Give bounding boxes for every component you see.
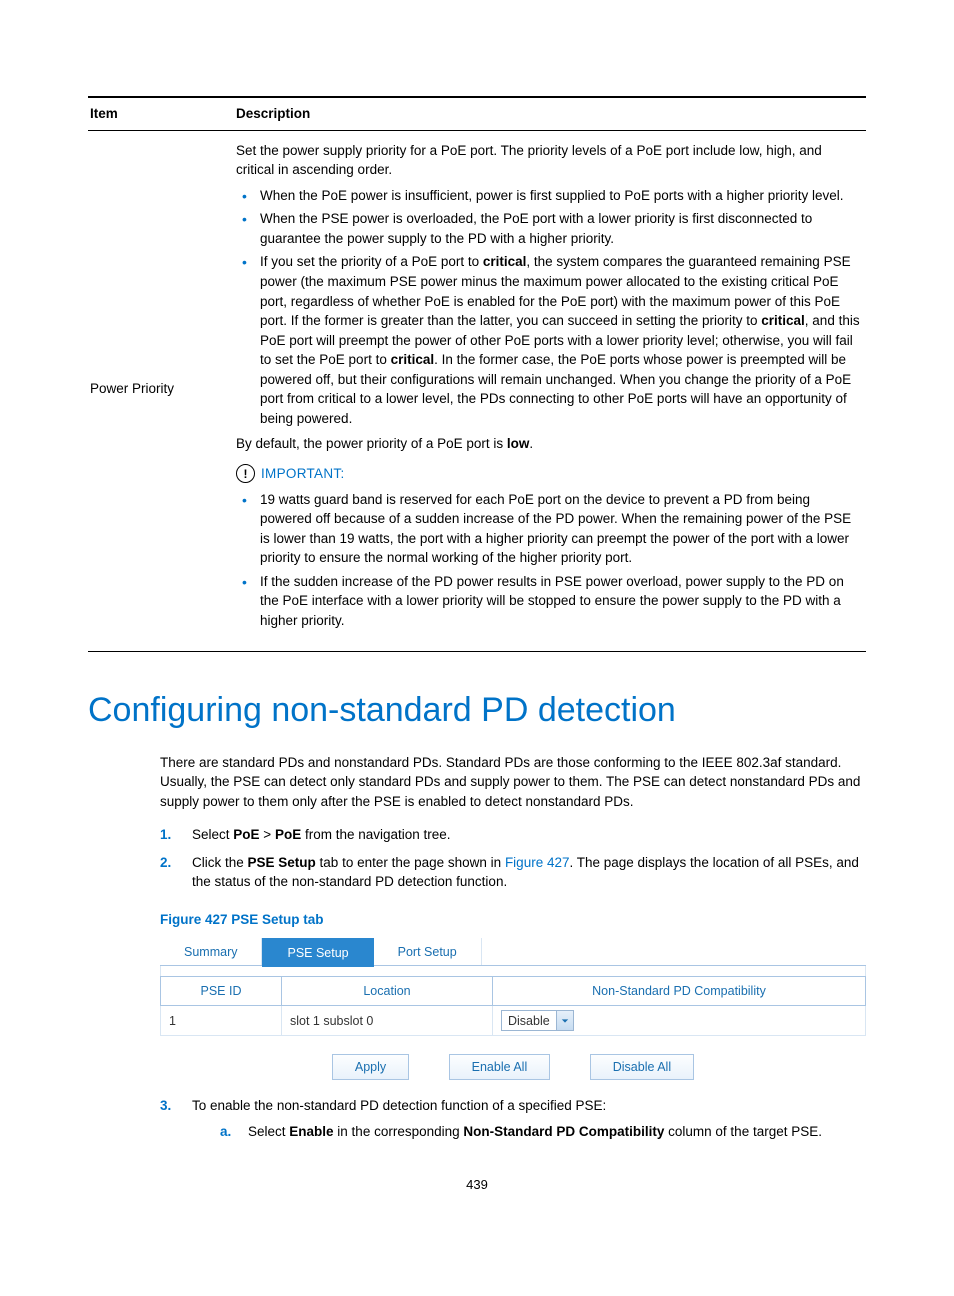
pse-button-row: Apply Enable All Disable All	[160, 1036, 866, 1086]
pse-table: PSE ID Location Non-Standard PD Compatib…	[160, 976, 866, 1036]
page: Item Description Power Priority Set the …	[0, 0, 954, 1234]
disable-all-button[interactable]: Disable All	[590, 1054, 694, 1080]
cell-description: Set the power supply priority for a PoE …	[234, 130, 866, 651]
list-item: If the sudden increase of the PD power r…	[236, 572, 862, 631]
cell-pse-id: 1	[161, 1006, 282, 1036]
step-3a: Select Enable in the corresponding Non-S…	[220, 1122, 866, 1142]
th-description: Description	[234, 97, 866, 130]
pse-row: 1 slot 1 subslot 0 Disable	[161, 1006, 866, 1036]
list-item: If you set the priority of a PoE port to…	[236, 252, 862, 428]
description-table: Item Description Power Priority Set the …	[88, 96, 866, 652]
compat-select[interactable]: Disable	[501, 1010, 574, 1031]
priority-bullets: When the PoE power is insufficient, powe…	[236, 186, 862, 429]
important-label: IMPORTANT:	[261, 464, 345, 484]
th-location: Location	[282, 977, 493, 1006]
step-1: Select PoE > PoE from the navigation tre…	[160, 825, 866, 845]
tab-summary[interactable]: Summary	[160, 938, 262, 965]
tab-bar: Summary PSE Setup Port Setup	[160, 937, 866, 966]
figure-caption: Figure 427 PSE Setup tab	[160, 910, 866, 930]
figure-link[interactable]: Figure 427	[505, 855, 570, 870]
tab-port-setup[interactable]: Port Setup	[374, 938, 482, 965]
table-row: Power Priority Set the power supply prio…	[88, 130, 866, 651]
th-compat: Non-Standard PD Compatibility	[493, 977, 866, 1006]
important-bullets: 19 watts guard band is reserved for each…	[236, 490, 862, 631]
pse-setup-screenshot: Summary PSE Setup Port Setup PSE ID Loca…	[160, 937, 866, 1086]
important-callout: ! IMPORTANT:	[236, 464, 862, 484]
apply-button[interactable]: Apply	[332, 1054, 409, 1080]
list-item: 19 watts guard band is reserved for each…	[236, 490, 862, 568]
tab-pse-setup[interactable]: PSE Setup	[262, 938, 373, 967]
steps-list-cont: To enable the non-standard PD detection …	[160, 1096, 866, 1141]
chevron-down-icon	[556, 1011, 573, 1030]
cell-item: Power Priority	[88, 130, 234, 651]
step-2: Click the PSE Setup tab to enter the pag…	[160, 853, 866, 892]
section-body: There are standard PDs and nonstandard P…	[88, 753, 866, 1142]
important-icon: !	[236, 464, 255, 483]
cell-compat: Disable	[493, 1006, 866, 1036]
list-item: When the PSE power is overloaded, the Po…	[236, 209, 862, 248]
section-heading: Configuring non-standard PD detection	[88, 686, 866, 735]
default-text: By default, the power priority of a PoE …	[236, 434, 862, 454]
cell-location: slot 1 subslot 0	[282, 1006, 493, 1036]
enable-all-button[interactable]: Enable All	[449, 1054, 551, 1080]
intro-text: Set the power supply priority for a PoE …	[236, 141, 862, 180]
list-item: When the PoE power is insufficient, powe…	[236, 186, 862, 206]
th-pse-id: PSE ID	[161, 977, 282, 1006]
page-number: 439	[88, 1176, 866, 1195]
th-item: Item	[88, 97, 234, 130]
step-3: To enable the non-standard PD detection …	[160, 1096, 866, 1141]
intro-paragraph: There are standard PDs and nonstandard P…	[160, 753, 866, 812]
steps-list: Select PoE > PoE from the navigation tre…	[160, 825, 866, 892]
substeps: Select Enable in the corresponding Non-S…	[220, 1122, 866, 1142]
compat-select-value: Disable	[502, 1012, 556, 1030]
